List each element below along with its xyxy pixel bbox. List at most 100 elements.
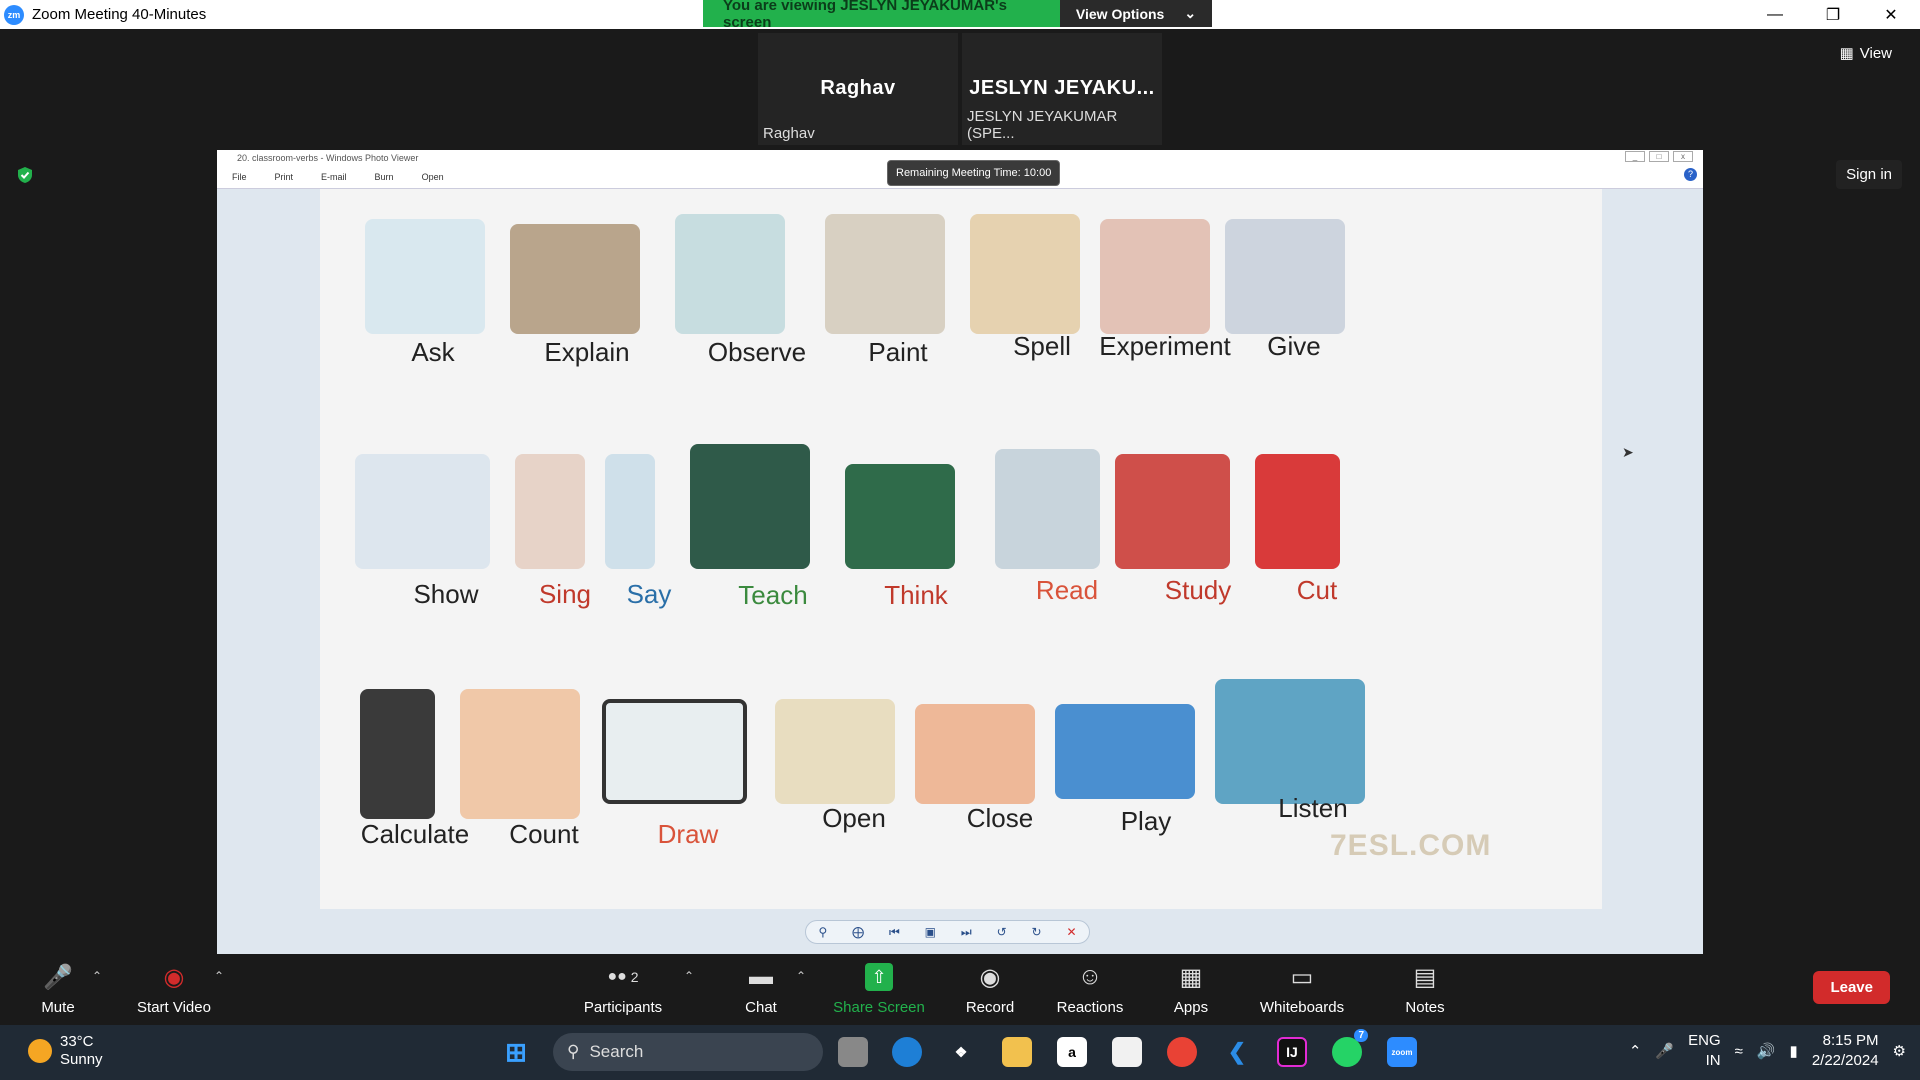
wifi-icon[interactable]: ≈: [1735, 1043, 1743, 1060]
leave-button[interactable]: Leave: [1813, 971, 1890, 1004]
paint-illustration: [825, 214, 945, 334]
share-screen-button[interactable]: ⇧ Share Screen: [824, 963, 934, 1016]
esl-watermark: 7ESL.COM: [1330, 829, 1492, 862]
chrome-icon[interactable]: [1167, 1037, 1197, 1067]
zoom-taskbar-icon[interactable]: zoom: [1387, 1037, 1417, 1067]
task-view-icon[interactable]: [838, 1037, 868, 1067]
spell-illustration: [970, 214, 1080, 334]
view-options-button[interactable]: View Options ⌄: [1060, 0, 1212, 27]
photo-viewer-window-controls: _ □ x: [1625, 151, 1693, 162]
menu-burn[interactable]: Burn: [375, 172, 394, 182]
verb-label: Experiment: [1099, 331, 1231, 361]
zoom-logo-icon: zm: [4, 4, 24, 25]
whatsapp-icon[interactable]: 7: [1332, 1029, 1368, 1067]
apps-label: Apps: [1173, 999, 1209, 1016]
observe-illustration: [675, 214, 785, 334]
microphone-tray-icon[interactable]: 🎤: [1655, 1042, 1674, 1060]
vscode-icon[interactable]: ❮: [1222, 1037, 1252, 1067]
pv-minimize-button[interactable]: _: [1625, 151, 1645, 162]
verb-label: Teach: [738, 580, 808, 610]
next-icon[interactable]: ⏭: [961, 925, 972, 940]
photo-viewer-controls: ⚲ ⨁ ⏮ ▣ ⏭ ↺ ↻ ✕: [217, 909, 1703, 954]
battery-icon[interactable]: ▮: [1790, 1042, 1798, 1060]
notes-label: Notes: [1405, 999, 1445, 1016]
think-illustration: [845, 464, 955, 569]
read-illustration: [995, 449, 1100, 569]
draw-illustration: [602, 699, 747, 804]
file-explorer-icon[interactable]: [1002, 1037, 1032, 1067]
chevron-up-icon[interactable]: ⌃: [1629, 1042, 1642, 1060]
show-illustration: [355, 454, 490, 569]
start-video-button[interactable]: ◉ Start Video: [119, 963, 229, 1017]
pv-restore-button[interactable]: □: [1649, 151, 1669, 162]
volume-icon[interactable]: 🔊: [1757, 1042, 1776, 1060]
audio-options-caret[interactable]: ⌃: [92, 969, 102, 983]
intellij-icon[interactable]: IJ: [1277, 1037, 1307, 1067]
apps-button[interactable]: ▦ Apps: [1136, 963, 1246, 1017]
rotate-right-icon[interactable]: ↻: [1032, 925, 1042, 939]
language-indicator[interactable]: ENG IN: [1688, 1031, 1721, 1071]
edge-icon[interactable]: [892, 1037, 922, 1067]
store-icon[interactable]: [1112, 1037, 1142, 1067]
classroom-verbs-image: Ask Explain Observe Paint Spell Experime…: [320, 189, 1602, 909]
previous-icon[interactable]: ⏮: [889, 925, 900, 940]
explain-illustration: [510, 224, 640, 334]
sign-in-button[interactable]: Sign in: [1836, 160, 1902, 189]
participant-tile[interactable]: JESLYN JEYAKU... JESLYN JEYAKUMAR (SPE..…: [962, 33, 1162, 145]
reactions-button[interactable]: ☺ Reactions: [1035, 963, 1145, 1016]
record-label: Record: [965, 999, 1015, 1016]
notification-icon[interactable]: ⚙: [1893, 1042, 1906, 1060]
windows-start-icon[interactable]: ⊞: [501, 1037, 531, 1067]
verb-label: Draw: [657, 819, 719, 849]
record-button[interactable]: ◉ Record: [935, 963, 1045, 1017]
say-illustration: [605, 454, 655, 569]
chat-icon: ▬: [749, 963, 773, 990]
record-icon: ◉: [979, 963, 1001, 991]
clock[interactable]: 8:15 PM 2/22/2024: [1812, 1031, 1879, 1071]
pv-close-button[interactable]: x: [1673, 151, 1693, 162]
study-illustration: [1115, 454, 1230, 569]
restore-button[interactable]: ❐: [1804, 0, 1862, 29]
chat-label: Chat: [745, 999, 777, 1016]
view-layout-button[interactable]: ▦ View: [1840, 44, 1892, 63]
system-tray: ⌃ 🎤 ENG IN ≈ 🔊 ▮ 8:15 PM 2/22/2024 ⚙: [1629, 1031, 1906, 1071]
shield-icon[interactable]: [16, 166, 34, 184]
verb-label: Observe: [707, 337, 807, 367]
verb-label: Paint: [868, 337, 928, 367]
chat-options-caret[interactable]: ⌃: [796, 969, 806, 983]
lang-primary: ENG: [1688, 1032, 1721, 1049]
weather-widget[interactable]: 33°C Sunny: [28, 1033, 103, 1069]
weather-condition: Sunny: [60, 1051, 103, 1068]
screen-share-banner: You are viewing JESLYN JEYAKUMAR's scree…: [703, 0, 1212, 31]
fit-icon[interactable]: ⨁: [852, 925, 864, 939]
open-book-illustration: [775, 699, 895, 804]
participant-tile[interactable]: Raghav Raghav: [758, 33, 958, 145]
whatsapp-badge: 7: [1354, 1029, 1368, 1042]
menu-email[interactable]: E-mail: [321, 172, 347, 182]
help-icon[interactable]: ?: [1684, 168, 1697, 181]
video-options-caret[interactable]: ⌃: [214, 969, 224, 983]
rotate-left-icon[interactable]: ↺: [997, 925, 1007, 939]
menu-print[interactable]: Print: [275, 172, 294, 182]
notes-button[interactable]: ▤ Notes: [1370, 963, 1480, 1017]
participants-options-caret[interactable]: ⌃: [684, 969, 694, 983]
dropbox-icon[interactable]: ❖: [946, 1037, 976, 1067]
whiteboards-button[interactable]: ▭ Whiteboards: [1247, 963, 1357, 1017]
verb-label: Ask: [411, 337, 455, 367]
menu-file[interactable]: File: [232, 172, 247, 182]
taskbar-search[interactable]: ⚲ Search: [553, 1033, 823, 1071]
zoom-icon[interactable]: ⚲: [818, 925, 827, 939]
amazon-icon[interactable]: a: [1057, 1037, 1087, 1067]
delete-icon[interactable]: ✕: [1066, 925, 1076, 939]
close-button[interactable]: ✕: [1862, 0, 1920, 29]
video-off-icon: ◉: [163, 963, 185, 991]
slideshow-icon[interactable]: ▣: [925, 925, 936, 939]
menu-open[interactable]: Open: [422, 172, 444, 182]
verb-label: Read: [1035, 575, 1099, 605]
close-book-illustration: [915, 704, 1035, 804]
minimize-button[interactable]: —: [1746, 0, 1804, 29]
participants-button[interactable]: ●● 2 Participants: [568, 963, 678, 1016]
participant-label: JESLYN JEYAKUMAR (SPE...: [967, 108, 1118, 142]
smiley-icon: ☺: [1077, 963, 1103, 990]
participant-name: Raghav: [820, 77, 896, 99]
